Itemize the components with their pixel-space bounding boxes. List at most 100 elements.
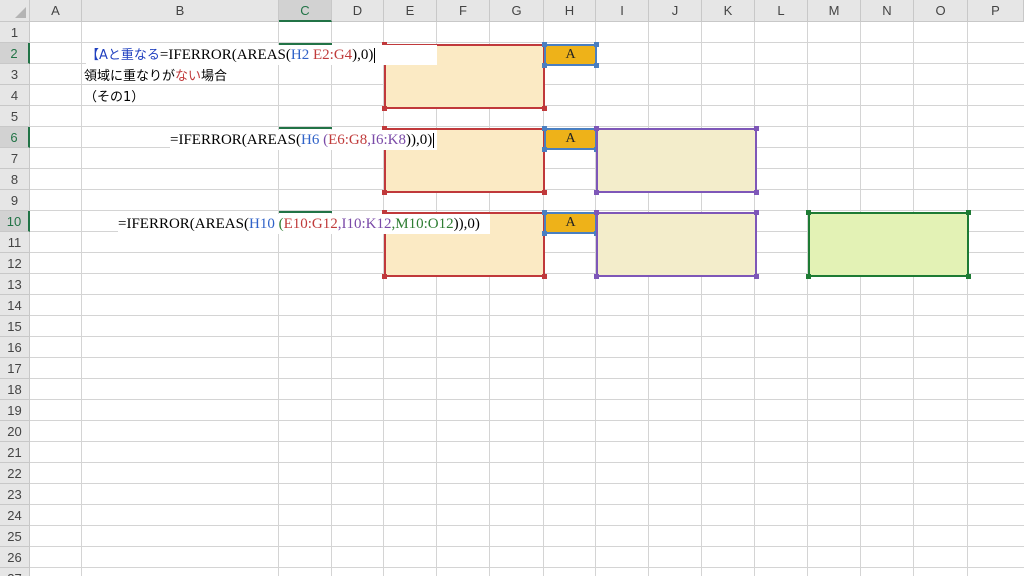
active-cell-c10-border <box>279 211 332 213</box>
f6-ref-h6: H6 <box>300 132 320 148</box>
column-header-j[interactable]: J <box>649 0 702 22</box>
column-header-p[interactable]: P <box>968 0 1024 22</box>
grid-hline <box>30 294 1024 295</box>
f6-formula-tail: )),0) <box>406 132 433 148</box>
row-header-11[interactable]: 11 <box>0 232 30 253</box>
row-header-2[interactable]: 2 <box>0 43 30 64</box>
f6-ref-i6-k8: I6:K8 <box>371 132 406 148</box>
column-header-e[interactable]: E <box>384 0 437 22</box>
range-m10-o12 <box>806 210 971 279</box>
row-header-25[interactable]: 25 <box>0 526 30 547</box>
row-header-24[interactable]: 24 <box>0 505 30 526</box>
f10-open-paren: ( <box>274 216 284 232</box>
cell-b4[interactable]: （その1） <box>84 87 144 108</box>
select-all-triangle-icon <box>15 7 26 18</box>
grid-hline <box>30 315 1024 316</box>
cell-h10[interactable]: A <box>542 210 599 236</box>
grid-hline <box>30 42 1024 43</box>
row-header-3[interactable]: 3 <box>0 64 30 85</box>
column-header-i[interactable]: I <box>596 0 649 22</box>
row-header-14[interactable]: 14 <box>0 295 30 316</box>
f6-formula-head: =IFERROR(AREAS( <box>170 132 301 148</box>
range-i6-k8 <box>594 126 759 195</box>
cell-h10-value: A <box>565 215 576 230</box>
b2-formula-head: =IFERROR(AREAS( <box>159 47 291 63</box>
row-header-13[interactable]: 13 <box>0 274 30 295</box>
b2-ref-e2-g4: E2:G4 <box>312 47 353 63</box>
column-header-o[interactable]: O <box>914 0 968 22</box>
grid-hline <box>30 336 1024 337</box>
row-header-1[interactable]: 1 <box>0 22 30 43</box>
f10-formula-tail: )),0) <box>453 216 480 232</box>
column-header-f[interactable]: F <box>437 0 490 22</box>
row-header-8[interactable]: 8 <box>0 169 30 190</box>
row-header-12[interactable]: 12 <box>0 253 30 274</box>
row-header-7[interactable]: 7 <box>0 148 30 169</box>
b2-formula-tail: ),0) <box>352 47 374 63</box>
row-header-27[interactable]: 27 <box>0 568 30 576</box>
grid-hline <box>30 357 1024 358</box>
formula-cell-b2[interactable]: 【Aと重なる=IFERROR(AREAS(H2 E2:G4),0) <box>86 45 437 65</box>
row-header-20[interactable]: 20 <box>0 421 30 442</box>
column-header-g[interactable]: G <box>490 0 544 22</box>
grid-hline <box>30 567 1024 568</box>
column-header-h[interactable]: H <box>544 0 596 22</box>
row-header-15[interactable]: 15 <box>0 316 30 337</box>
grid-hline <box>30 420 1024 421</box>
row-header-23[interactable]: 23 <box>0 484 30 505</box>
text-caret <box>374 48 376 64</box>
row-header-18[interactable]: 18 <box>0 379 30 400</box>
f6-open-paren: ( <box>319 132 329 148</box>
column-header-m[interactable]: M <box>808 0 861 22</box>
column-header-c[interactable]: C <box>279 0 332 22</box>
b3-text-highlight: ない <box>175 69 202 84</box>
column-header-k[interactable]: K <box>702 0 755 22</box>
grid-hline <box>30 525 1024 526</box>
f10-ref-h10: H10 <box>248 216 275 232</box>
row-header-9[interactable]: 9 <box>0 190 30 211</box>
row-header-4[interactable]: 4 <box>0 85 30 106</box>
range-i10-k12 <box>594 210 759 279</box>
column-header-l[interactable]: L <box>755 0 808 22</box>
grid-hline <box>30 210 1024 211</box>
grid-hline <box>30 546 1024 547</box>
cell-h2-value: A <box>565 47 576 62</box>
column-header-d[interactable]: D <box>332 0 384 22</box>
row-header-17[interactable]: 17 <box>0 358 30 379</box>
active-cell-c6-border <box>279 127 332 129</box>
grid-hline <box>30 441 1024 442</box>
row-header-5[interactable]: 5 <box>0 106 30 127</box>
row-header-22[interactable]: 22 <box>0 463 30 484</box>
f6-ref-e6-g8: E6:G8 <box>328 132 368 148</box>
row-header-10[interactable]: 10 <box>0 211 30 232</box>
spreadsheet-grid[interactable]: ABCDEFGHIJKLMNOP 1 2 3 4 5 6 7 8 9 10 11 12 13 14 15 16… <box>0 0 1024 576</box>
b3-text-part1: 領域に重なりが <box>84 69 176 84</box>
f10-ref-m10-o12: M10:O12 <box>395 216 454 232</box>
grid-hline <box>30 483 1024 484</box>
b3-text-part2: 場合 <box>201 69 228 84</box>
row-header-26[interactable]: 26 <box>0 547 30 568</box>
row-header-19[interactable]: 19 <box>0 400 30 421</box>
column-header-b[interactable]: B <box>82 0 279 22</box>
f10-formula-head: =IFERROR(AREAS( <box>118 216 249 232</box>
formula-cell-b6[interactable]: =IFERROR(AREAS(H6 (E6:G8,I6:K8)),0) <box>170 130 437 150</box>
cell-h6-value: A <box>565 131 576 146</box>
grid-hline <box>30 462 1024 463</box>
cell-h6[interactable]: A <box>542 126 599 152</box>
b4-text: （その1） <box>84 90 145 105</box>
b2-ref-h2: H2 <box>290 47 310 63</box>
cell-h2[interactable]: A <box>542 42 599 68</box>
select-all-corner[interactable] <box>0 0 30 22</box>
formula-cell-b10[interactable]: =IFERROR(AREAS(H10 (E10:G12,I10:K12,M10:… <box>118 214 490 234</box>
grid-hline <box>30 378 1024 379</box>
row-header-16[interactable]: 16 <box>0 337 30 358</box>
text-caret-row6 <box>433 133 435 149</box>
column-header-a[interactable]: A <box>30 0 82 22</box>
cell-b3[interactable]: 領域に重なりがない場合 <box>84 66 227 87</box>
column-header-n[interactable]: N <box>861 0 914 22</box>
grid-hline <box>30 399 1024 400</box>
row-header-6[interactable]: 6 <box>0 127 30 148</box>
f10-ref-e10-g12: E10:G12 <box>283 216 338 232</box>
grid-hline <box>30 126 1024 127</box>
row-header-21[interactable]: 21 <box>0 442 30 463</box>
